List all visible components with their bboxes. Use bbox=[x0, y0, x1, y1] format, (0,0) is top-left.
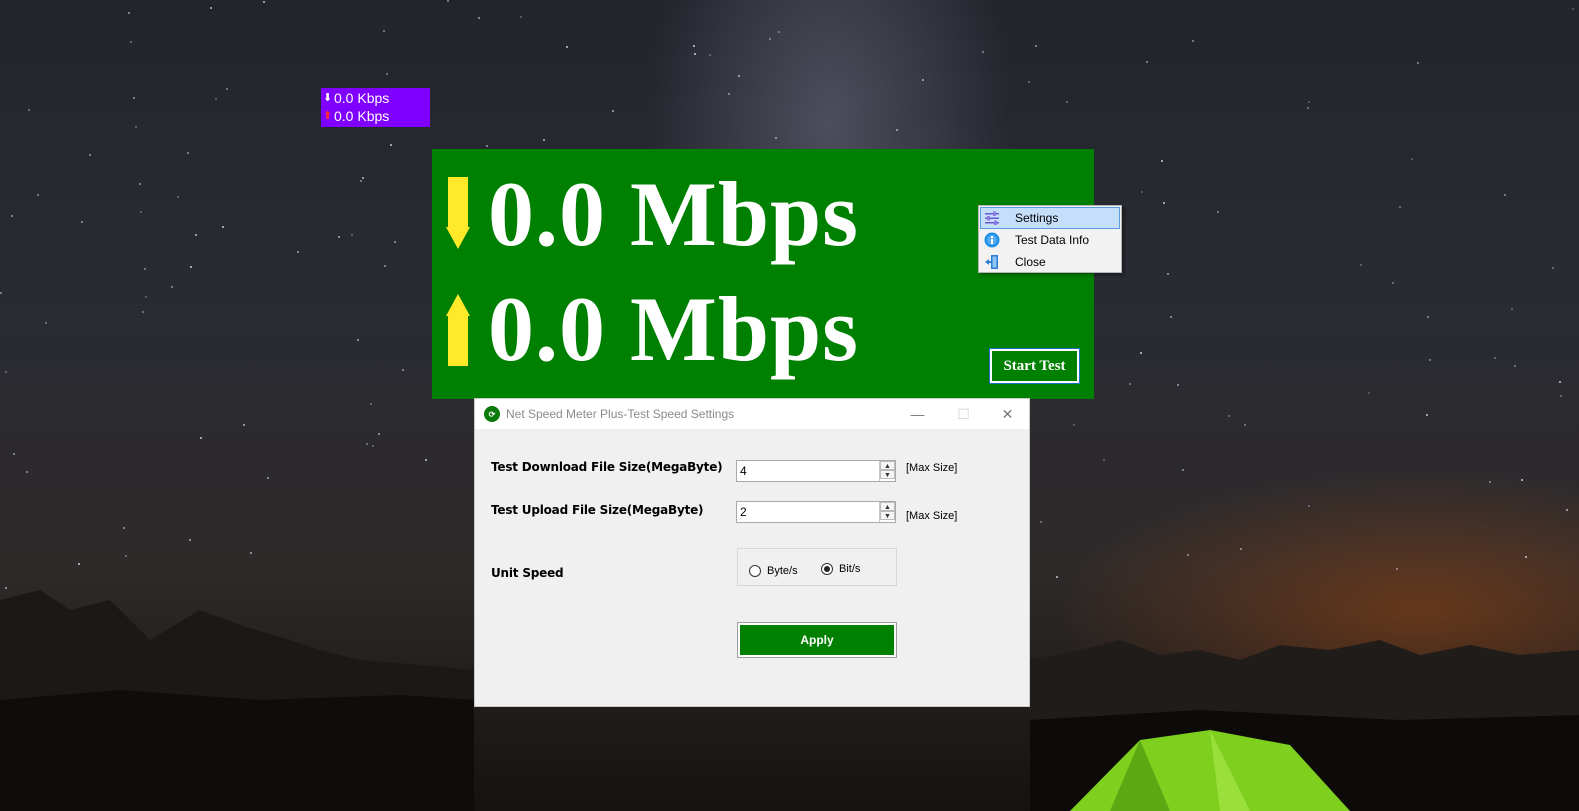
app-logo-icon: ⟳ bbox=[484, 406, 500, 422]
download-row: 0.0 Mbps bbox=[446, 164, 859, 264]
close-icon[interactable]: ✕ bbox=[985, 399, 1030, 429]
settings-window: ⟳ Net Speed Meter Plus-Test Speed Settin… bbox=[474, 398, 1030, 707]
unit-speed-label: Unit Speed bbox=[491, 566, 564, 580]
info-icon bbox=[981, 230, 1003, 250]
upload-row: 0.0 Mbps bbox=[446, 279, 859, 379]
tent-image bbox=[1070, 730, 1350, 811]
stepper-buttons: ▲ ▼ bbox=[879, 502, 895, 522]
radio-label: Bit/s bbox=[839, 563, 861, 575]
upload-max-size: [Max Size] bbox=[906, 510, 958, 522]
upload-arrow-icon bbox=[446, 294, 470, 366]
window-titlebar[interactable]: ⟳ Net Speed Meter Plus-Test Speed Settin… bbox=[475, 399, 1029, 429]
radio-bit-per-second[interactable]: Bit/s bbox=[821, 563, 860, 575]
mini-download-row: ⬇ 0.0 Kbps bbox=[323, 89, 430, 107]
mini-upload-speed: 0.0 Kbps bbox=[334, 108, 390, 124]
start-test-button[interactable]: Start Test bbox=[989, 348, 1080, 384]
upload-arrow-icon: ⬆ bbox=[323, 110, 333, 122]
maximize-icon[interactable]: ☐ bbox=[941, 399, 986, 429]
download-speed: 0.0 Mbps bbox=[488, 163, 859, 265]
upload-size-label: Test Upload File Size(MegaByte) bbox=[491, 503, 704, 517]
mini-upload-row: ⬆ 0.0 Kbps bbox=[323, 107, 430, 125]
radio-indicator bbox=[749, 565, 761, 577]
menu-item-test-data-info[interactable]: Test Data Info bbox=[980, 229, 1120, 251]
stepper-down-icon[interactable]: ▼ bbox=[880, 470, 895, 479]
minimize-icon[interactable]: — bbox=[895, 399, 940, 429]
sliders-icon bbox=[981, 208, 1003, 228]
exit-door-icon bbox=[981, 252, 1003, 272]
menu-item-label: Test Data Info bbox=[1015, 233, 1090, 247]
radio-byte-per-second[interactable]: Byte/s bbox=[749, 565, 798, 577]
download-size-value: 4 bbox=[740, 464, 747, 478]
stepper-buttons: ▲ ▼ bbox=[879, 461, 895, 481]
context-menu: Settings Test Data Info Close bbox=[978, 205, 1122, 273]
menu-item-label: Close bbox=[1015, 255, 1046, 269]
menu-item-close[interactable]: Close bbox=[980, 251, 1120, 273]
download-size-label: Test Download File Size(MegaByte) bbox=[491, 460, 723, 474]
stepper-up-icon[interactable]: ▲ bbox=[880, 502, 895, 511]
upload-size-stepper[interactable]: 2 ▲ ▼ bbox=[736, 501, 896, 523]
upload-size-value: 2 bbox=[740, 505, 747, 519]
radio-label: Byte/s bbox=[767, 565, 798, 577]
download-arrow-icon: ⬇ bbox=[323, 92, 333, 104]
stepper-up-icon[interactable]: ▲ bbox=[880, 461, 895, 470]
mini-download-speed: 0.0 Kbps bbox=[334, 90, 390, 106]
window-title: Net Speed Meter Plus-Test Speed Settings bbox=[506, 407, 735, 421]
mini-speed-meter[interactable]: ⬇ 0.0 Kbps ⬆ 0.0 Kbps bbox=[321, 88, 430, 127]
download-size-stepper[interactable]: 4 ▲ ▼ bbox=[736, 460, 896, 482]
menu-item-settings[interactable]: Settings bbox=[980, 207, 1120, 229]
download-arrow-icon bbox=[446, 177, 470, 249]
stepper-down-icon[interactable]: ▼ bbox=[880, 511, 895, 520]
radio-indicator bbox=[821, 563, 833, 575]
download-max-size: [Max Size] bbox=[906, 462, 958, 474]
unit-speed-group: Byte/s Bit/s bbox=[737, 548, 897, 586]
apply-button[interactable]: Apply bbox=[737, 622, 897, 658]
upload-speed: 0.0 Mbps bbox=[488, 278, 859, 380]
menu-item-label: Settings bbox=[1015, 211, 1059, 225]
